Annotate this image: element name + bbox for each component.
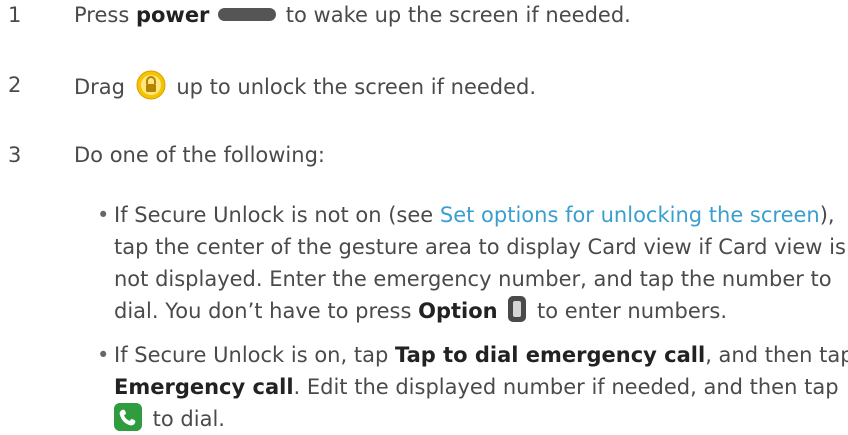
bullet-text: , and then tap	[705, 343, 848, 367]
bullet-text: . Edit the displayed number if needed, a…	[293, 375, 839, 399]
bullet-text: to dial.	[146, 407, 225, 431]
bullet-text: dial. You don’t have to press	[114, 299, 419, 323]
bullet-text: tap the center of the gesture area to di…	[114, 235, 846, 259]
step-text: to wake up the screen if needed.	[279, 3, 631, 27]
step-text: up to unlock the screen if needed.	[169, 75, 537, 99]
power-button-icon	[218, 7, 277, 21]
set-unlock-options-link[interactable]: Set options for unlocking the screen	[440, 203, 820, 227]
power-key-label: power	[135, 3, 210, 27]
step-number: 2	[8, 73, 22, 97]
bullet-dot: •	[97, 203, 110, 227]
step-text: Press	[74, 3, 136, 27]
tap-to-dial-emergency-label: Tap to dial emergency call	[394, 343, 706, 367]
step-text: Drag	[74, 75, 132, 99]
option-key-icon	[508, 296, 527, 322]
lock-icon	[132, 70, 170, 103]
bullet-text: not displayed. Enter the emergency numbe…	[114, 267, 832, 291]
step-number: 1	[8, 3, 22, 27]
bullet-text: If Secure Unlock is on, tap	[114, 343, 395, 367]
emergency-call-label: Emergency call	[114, 375, 294, 399]
bullet-text: If Secure Unlock is not on (see	[114, 203, 440, 227]
help-document: 1 Press power to wake up the screen if n…	[0, 0, 848, 435]
bullet-text: ),	[819, 203, 835, 227]
option-key-label: Option	[418, 299, 498, 323]
step-number: 3	[8, 143, 22, 167]
bullet-text: to enter numbers.	[530, 299, 727, 323]
phone-icon	[114, 403, 146, 434]
bullet-dot: •	[97, 343, 110, 367]
step-text: Do one of the following:	[74, 143, 325, 167]
